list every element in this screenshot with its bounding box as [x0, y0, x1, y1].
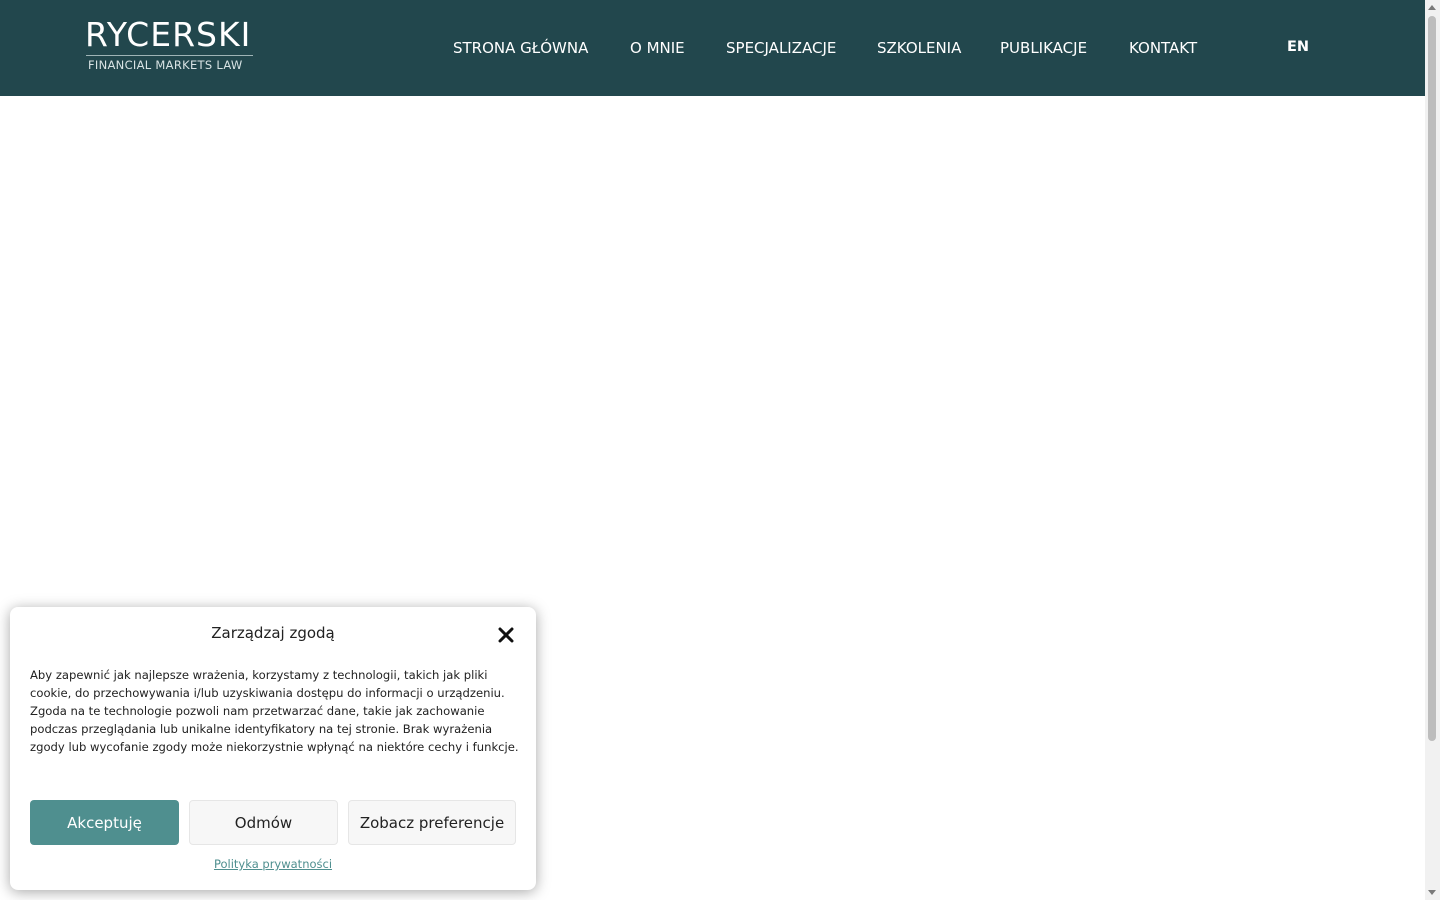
scroll-down-arrow-icon[interactable] [1428, 890, 1436, 895]
language-switch[interactable]: EN [1287, 39, 1309, 55]
accept-button[interactable]: Akceptuję [30, 800, 179, 845]
cookie-consent-dialog: Zarządzaj zgodą Aby zapewnić jak najleps… [10, 607, 536, 890]
nav-item-contact[interactable]: KONTAKT [1129, 38, 1197, 58]
cookie-dialog-text: Aby zapewnić jak najlepsze wrażenia, kor… [30, 668, 519, 754]
nav-item-home[interactable]: STRONA GŁÓWNA [453, 38, 588, 58]
deny-button[interactable]: Odmów [189, 800, 338, 845]
page: RYCERSKI FINANCIAL MARKETS LAW STRONA GŁ… [0, 0, 1440, 900]
site-header: RYCERSKI FINANCIAL MARKETS LAW STRONA GŁ… [0, 0, 1425, 96]
nav-item-specializations[interactable]: SPECJALIZACJE [726, 38, 836, 58]
scroll-up-arrow-icon[interactable] [1428, 5, 1436, 10]
site-logo[interactable]: RYCERSKI FINANCIAL MARKETS LAW [85, 18, 260, 74]
privacy-policy-link[interactable]: Polityka prywatności [5, 857, 541, 871]
scrollbar-thumb[interactable] [1428, 16, 1436, 741]
logo-wordmark: RYCERSKI [85, 15, 252, 54]
logo-divider [86, 55, 253, 56]
nav-item-trainings[interactable]: SZKOLENIA [877, 38, 961, 58]
view-preferences-button[interactable]: Zobacz preferencje [348, 800, 516, 845]
close-icon[interactable] [497, 626, 515, 644]
logo-tagline: FINANCIAL MARKETS LAW [88, 58, 243, 72]
page-scrollbar[interactable] [1425, 0, 1440, 900]
nav-item-publications[interactable]: PUBLIKACJE [1000, 38, 1087, 58]
cookie-dialog-title: Zarządzaj zgodą [211, 624, 335, 642]
nav-item-about[interactable]: O MNIE [630, 38, 685, 58]
